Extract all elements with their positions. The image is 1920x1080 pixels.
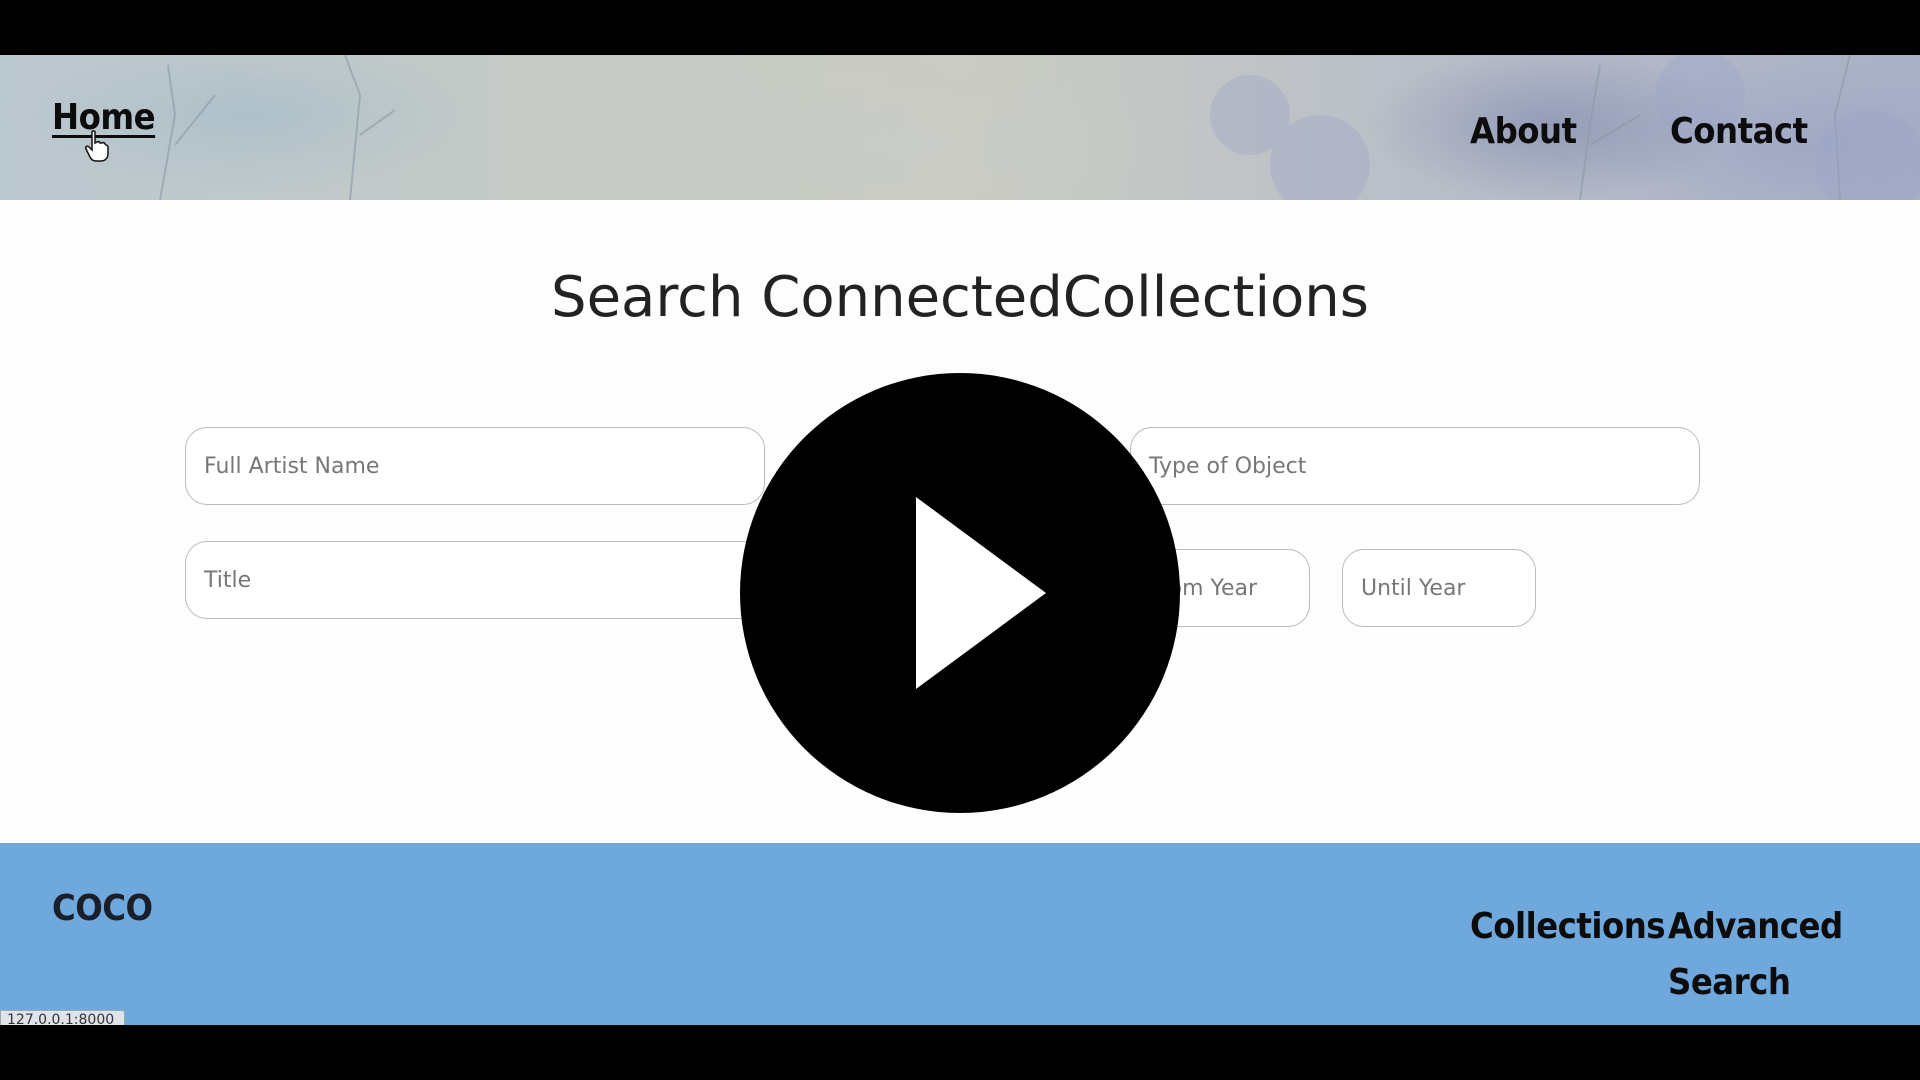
site-footer: COCO Collections Advanced Search xyxy=(0,843,1920,1025)
title-input[interactable] xyxy=(185,541,765,619)
footer-advanced-search-link[interactable]: Advanced Search xyxy=(1668,899,1858,1011)
footer-brand: COCO xyxy=(52,888,153,929)
site-header: Home About Contact xyxy=(0,55,1920,200)
browser-viewport: Home About Contact Search ConnectedColle… xyxy=(0,55,1920,1025)
nav-about-link[interactable]: About xyxy=(1470,111,1577,152)
hand-cursor-icon xyxy=(85,130,109,162)
video-play-button[interactable] xyxy=(740,373,1180,813)
page-title: Search ConnectedCollections xyxy=(551,265,1369,330)
until-year-input[interactable] xyxy=(1342,549,1536,627)
nav-contact-link[interactable]: Contact xyxy=(1670,111,1808,152)
footer-collections-link[interactable]: Collections xyxy=(1470,899,1666,955)
header-background-art xyxy=(159,55,1920,200)
play-icon xyxy=(916,497,1046,689)
status-bar-url: 127.0.0.1:8000 xyxy=(0,1010,126,1025)
object-type-input[interactable] xyxy=(1130,427,1700,505)
artist-name-input[interactable] xyxy=(185,427,765,505)
